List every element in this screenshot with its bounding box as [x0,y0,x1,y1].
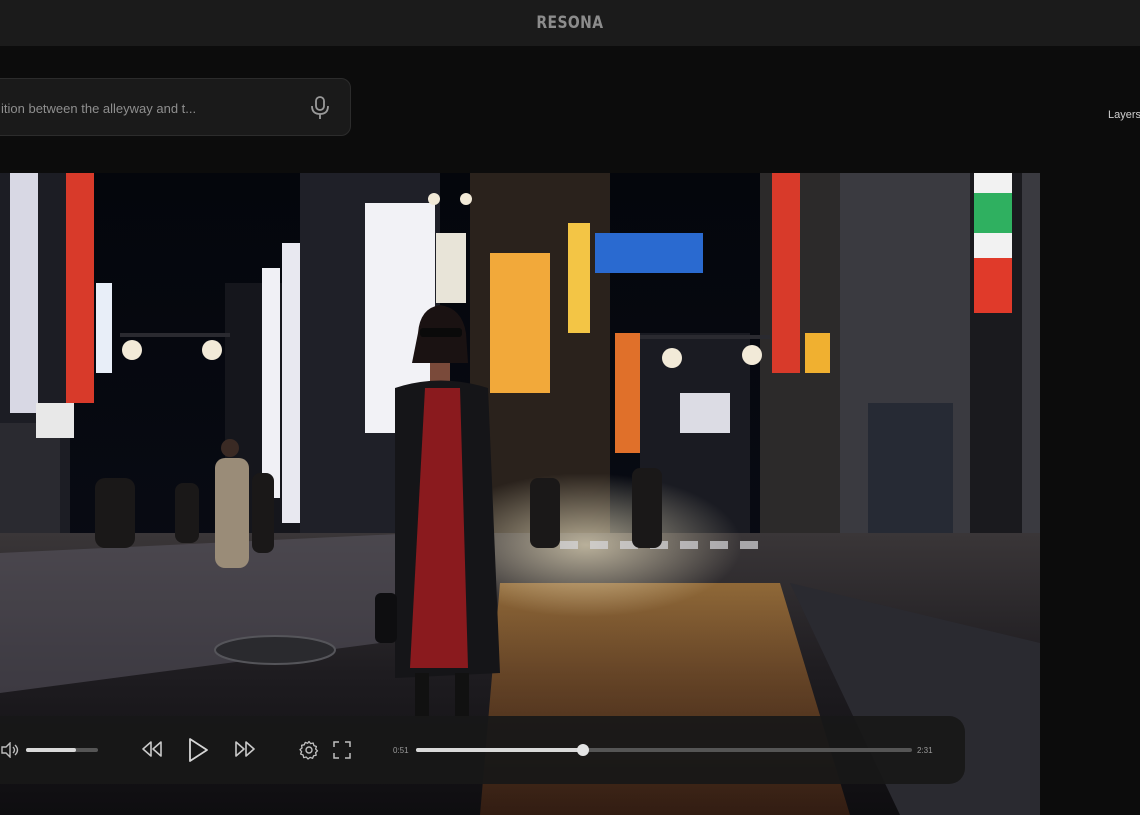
fast-forward-icon[interactable] [233,739,257,759]
player-controls: 0:51 2:31 [0,716,965,784]
prompt-input[interactable]: ition between the alleyway and t... [0,78,351,136]
layers-tab[interactable]: Layers [1108,109,1140,121]
volume-icon[interactable] [0,741,22,759]
progress-bar[interactable] [416,744,912,756]
prompt-text[interactable]: ition between the alleyway and t... [1,101,196,116]
progress-thumb[interactable] [576,744,589,756]
app-title: RESONA [536,13,604,33]
play-icon[interactable] [186,736,210,764]
microphone-icon[interactable] [308,95,332,121]
fullscreen-icon[interactable] [333,741,351,759]
settings-icon[interactable] [299,740,319,760]
volume-level [26,748,77,752]
rewind-icon[interactable] [140,739,164,759]
progress-fill [416,748,583,752]
top-bar: RESONA [0,0,1140,46]
duration: 2:31 [917,746,933,755]
current-time: 0:51 [393,746,409,755]
volume-slider[interactable] [26,748,98,752]
